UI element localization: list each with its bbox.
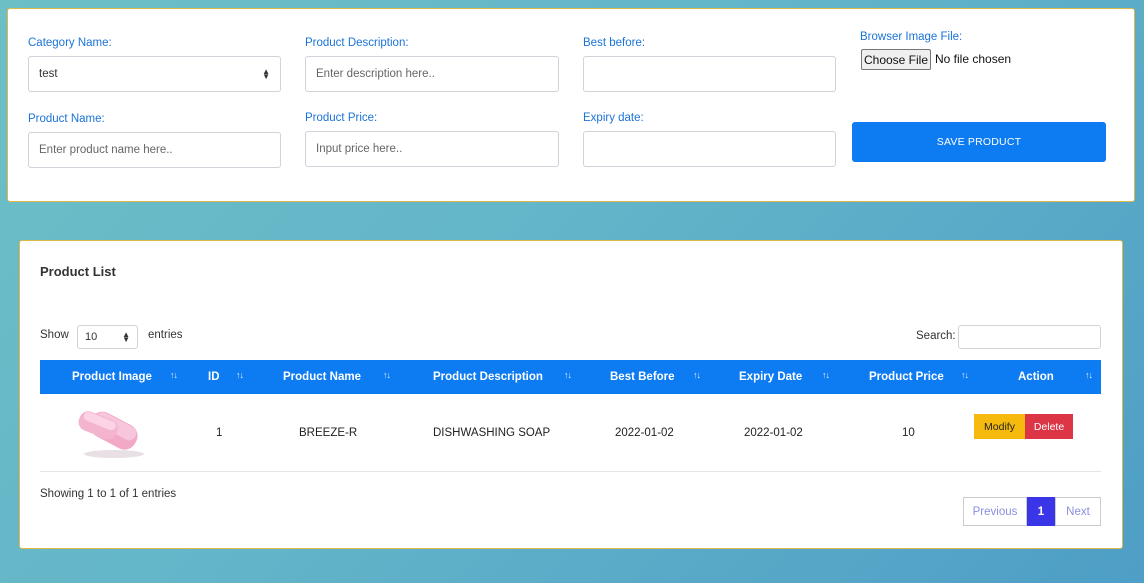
column-header-best-before[interactable]: Best Before (610, 360, 675, 394)
sort-icon[interactable]: ↑↓ (236, 370, 244, 380)
column-header-action[interactable]: Action (1018, 360, 1054, 394)
description-input[interactable]: Enter description here.. (305, 56, 559, 92)
column-header-product-description[interactable]: Product Description (433, 360, 543, 394)
best-before-label: Best before: (583, 37, 646, 49)
sort-icon[interactable]: ↑↓ (822, 370, 830, 380)
product-list-title: Product List (40, 264, 116, 279)
save-product-button[interactable]: SAVE PRODUCT (852, 122, 1106, 162)
choose-file-button[interactable]: Choose File (861, 49, 931, 70)
price-label: Product Price: (305, 112, 378, 124)
column-header-product-price[interactable]: Product Price (869, 360, 944, 394)
expiry-label: Expiry date: (583, 112, 644, 124)
entries-label: entries (148, 329, 183, 341)
category-select[interactable]: test ▲ ▼ (28, 56, 281, 92)
description-label: Product Description: (305, 37, 409, 49)
search-input[interactable] (958, 325, 1101, 349)
table-info: Showing 1 to 1 of 1 entries (40, 488, 177, 500)
cell-product-description: DISHWASHING SOAP (433, 427, 551, 439)
product-form-card: Category Name: test ▲ ▼ Product Descripti… (7, 8, 1135, 202)
category-label: Category Name: (28, 37, 112, 49)
cell-id: 1 (216, 427, 223, 439)
expiry-input[interactable] (583, 131, 836, 167)
delete-button[interactable]: Delete (1025, 414, 1073, 439)
column-header-product-image[interactable]: Product Image (72, 360, 152, 394)
pagination-previous[interactable]: Previous (963, 497, 1027, 526)
pagination-page-1[interactable]: 1 (1027, 497, 1055, 526)
select-arrows-icon: ▲ ▼ (262, 67, 270, 81)
cell-best-before: 2022-01-02 (615, 427, 674, 439)
sort-icon[interactable]: ↑↓ (693, 370, 701, 380)
column-header-expiry-date[interactable]: Expiry Date (739, 360, 802, 394)
modify-button[interactable]: Modify (974, 414, 1025, 439)
sort-icon[interactable]: ↑↓ (961, 370, 969, 380)
column-header-id[interactable]: ID (208, 360, 220, 394)
cell-product-name: BREEZE-R (299, 427, 358, 439)
sort-icon[interactable]: ↑↓ (383, 370, 391, 380)
product-image (78, 411, 144, 458)
table-header: Product Image ↑↓ ID ↑↓ Product Name ↑↓ P… (40, 360, 1101, 394)
no-file-text: No file chosen (935, 52, 1012, 66)
page-length-select[interactable]: 10 ▲ ▼ (77, 325, 138, 349)
best-before-input[interactable] (583, 56, 836, 92)
pagination-next[interactable]: Next (1055, 497, 1101, 526)
image-file-label: Browser Image File: (860, 31, 963, 43)
sort-icon[interactable]: ↑↓ (1085, 370, 1093, 380)
sort-icon[interactable]: ↑↓ (170, 370, 178, 380)
price-input[interactable]: Input price here.. (305, 131, 559, 167)
column-header-product-name[interactable]: Product Name (283, 360, 361, 394)
sort-icon[interactable]: ↑↓ (564, 370, 572, 380)
cell-expiry-date: 2022-01-02 (744, 427, 803, 439)
page-length-value: 10 (85, 331, 98, 343)
product-list-card: Product List Show 10 ▲ ▼ entries Search: … (19, 240, 1123, 549)
search-label: Search: (916, 330, 956, 342)
category-value: test (39, 68, 58, 80)
select-arrows-icon: ▲ ▼ (122, 330, 130, 344)
product-name-label: Product Name: (28, 113, 105, 125)
product-name-input[interactable]: Enter product name here.. (28, 132, 281, 168)
cell-product-price: 10 (902, 427, 915, 439)
show-label: Show (40, 329, 69, 341)
row-divider (40, 471, 1101, 472)
